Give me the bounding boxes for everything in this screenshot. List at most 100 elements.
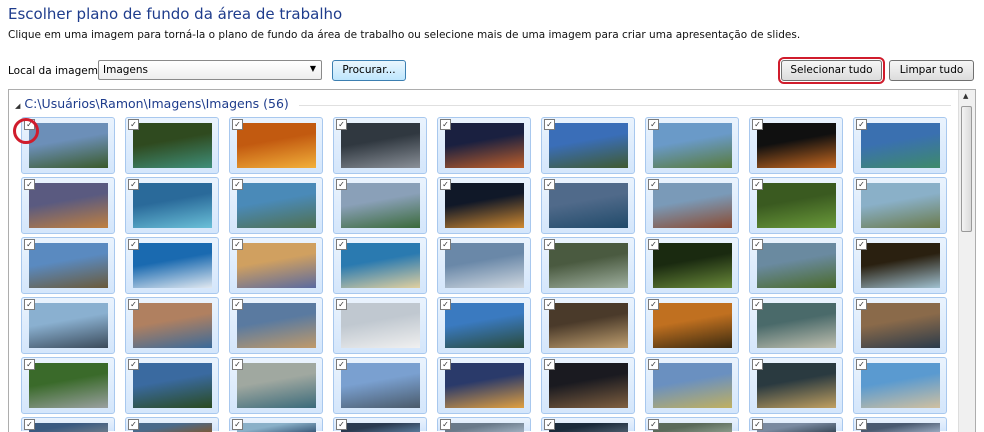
wallpaper-thumbnail[interactable]: ✓ xyxy=(437,357,531,414)
thumbnail-checkbox[interactable]: ✓ xyxy=(336,359,347,370)
thumbnail-checkbox[interactable]: ✓ xyxy=(440,179,451,190)
thumbnail-checkbox[interactable]: ✓ xyxy=(336,119,347,130)
clear-all-button[interactable]: Limpar tudo xyxy=(889,60,974,81)
wallpaper-thumbnail[interactable]: ✓ xyxy=(749,117,843,174)
thumbnail-checkbox[interactable]: ✓ xyxy=(648,119,659,130)
wallpaper-thumbnail[interactable]: ✓ xyxy=(437,417,531,432)
thumbnail-checkbox[interactable]: ✓ xyxy=(128,359,139,370)
thumbnail-checkbox[interactable]: ✓ xyxy=(24,299,35,310)
thumbnail-checkbox[interactable]: ✓ xyxy=(128,179,139,190)
wallpaper-thumbnail[interactable]: ✓ xyxy=(749,237,843,294)
thumbnail-checkbox[interactable]: ✓ xyxy=(856,239,867,250)
wallpaper-thumbnail[interactable]: ✓ xyxy=(125,297,219,354)
thumbnail-checkbox[interactable]: ✓ xyxy=(232,359,243,370)
wallpaper-thumbnail[interactable]: ✓ xyxy=(229,117,323,174)
thumbnail-checkbox[interactable]: ✓ xyxy=(544,359,555,370)
thumbnail-checkbox[interactable]: ✓ xyxy=(24,419,35,430)
select-all-button[interactable]: Selecionar tudo xyxy=(778,57,885,84)
wallpaper-thumbnail[interactable]: ✓ xyxy=(853,417,947,432)
thumbnail-checkbox[interactable]: ✓ xyxy=(24,179,35,190)
wallpaper-thumbnail[interactable]: ✓ xyxy=(229,417,323,432)
thumbnail-checkbox[interactable]: ✓ xyxy=(232,119,243,130)
wallpaper-thumbnail[interactable]: ✓ xyxy=(437,177,531,234)
thumbnail-checkbox[interactable]: ✓ xyxy=(856,419,867,430)
thumbnail-checkbox[interactable]: ✓ xyxy=(752,119,763,130)
vertical-scrollbar[interactable]: ▲ xyxy=(958,90,975,432)
wallpaper-thumbnail[interactable]: ✓ xyxy=(541,417,635,432)
wallpaper-thumbnail[interactable]: ✓ xyxy=(749,357,843,414)
thumbnail-checkbox[interactable]: ✓ xyxy=(336,239,347,250)
image-location-dropdown[interactable]: Imagens ▼ xyxy=(98,60,322,80)
thumbnail-checkbox[interactable]: ✓ xyxy=(128,419,139,430)
thumbnail-checkbox[interactable]: ✓ xyxy=(752,419,763,430)
thumbnail-checkbox[interactable]: ✓ xyxy=(24,359,35,370)
wallpaper-thumbnail[interactable]: ✓ xyxy=(229,297,323,354)
wallpaper-thumbnail[interactable]: ✓ xyxy=(541,237,635,294)
scroll-up-arrow-icon[interactable]: ▲ xyxy=(963,92,968,100)
thumbnail-checkbox[interactable]: ✓ xyxy=(440,419,451,430)
wallpaper-thumbnail[interactable]: ✓ xyxy=(125,357,219,414)
thumbnail-checkbox[interactable]: ✓ xyxy=(544,179,555,190)
thumbnail-checkbox[interactable]: ✓ xyxy=(648,239,659,250)
thumbnail-checkbox[interactable]: ✓ xyxy=(128,299,139,310)
wallpaper-thumbnail[interactable]: ✓ xyxy=(853,297,947,354)
thumbnail-checkbox[interactable]: ✓ xyxy=(24,239,35,250)
thumbnail-checkbox[interactable]: ✓ xyxy=(440,239,451,250)
wallpaper-thumbnail[interactable]: ✓ xyxy=(853,237,947,294)
wallpaper-thumbnail[interactable]: ✓ xyxy=(541,177,635,234)
wallpaper-thumbnail[interactable]: ✓ xyxy=(437,117,531,174)
wallpaper-thumbnail[interactable]: ✓ xyxy=(853,177,947,234)
thumbnail-checkbox[interactable]: ✓ xyxy=(336,179,347,190)
wallpaper-thumbnail[interactable]: ✓ xyxy=(125,417,219,432)
thumbnail-checkbox[interactable]: ✓ xyxy=(856,299,867,310)
thumbnail-checkbox[interactable]: ✓ xyxy=(336,419,347,430)
scrollbar-thumb[interactable] xyxy=(961,106,972,232)
wallpaper-thumbnail[interactable]: ✓ xyxy=(541,357,635,414)
wallpaper-thumbnail[interactable]: ✓ xyxy=(853,117,947,174)
wallpaper-thumbnail[interactable]: ✓ xyxy=(21,297,115,354)
thumbnail-checkbox[interactable]: ✓ xyxy=(752,239,763,250)
thumbnail-checkbox[interactable]: ✓ xyxy=(440,359,451,370)
thumbnail-checkbox[interactable]: ✓ xyxy=(232,179,243,190)
collapse-triangle-icon[interactable]: ◢ xyxy=(15,102,20,110)
wallpaper-thumbnail[interactable]: ✓ xyxy=(125,117,219,174)
thumbnail-checkbox[interactable]: ✓ xyxy=(440,299,451,310)
thumbnail-checkbox[interactable]: ✓ xyxy=(648,179,659,190)
wallpaper-thumbnail[interactable]: ✓ xyxy=(229,237,323,294)
wallpaper-thumbnail[interactable]: ✓ xyxy=(749,417,843,432)
thumbnail-checkbox[interactable]: ✓ xyxy=(648,419,659,430)
wallpaper-thumbnail[interactable]: ✓ xyxy=(645,177,739,234)
thumbnail-checkbox[interactable]: ✓ xyxy=(752,299,763,310)
wallpaper-thumbnail[interactable]: ✓ xyxy=(21,417,115,432)
thumbnail-checkbox[interactable]: ✓ xyxy=(128,239,139,250)
thumbnail-checkbox[interactable]: ✓ xyxy=(544,239,555,250)
thumbnail-checkbox[interactable]: ✓ xyxy=(648,299,659,310)
thumbnail-checkbox[interactable]: ✓ xyxy=(440,119,451,130)
wallpaper-thumbnail[interactable]: ✓ xyxy=(645,237,739,294)
wallpaper-thumbnail[interactable]: ✓ xyxy=(21,237,115,294)
thumbnail-checkbox[interactable]: ✓ xyxy=(232,419,243,430)
wallpaper-thumbnail[interactable]: ✓ xyxy=(749,177,843,234)
wallpaper-thumbnail[interactable]: ✓ xyxy=(21,357,115,414)
wallpaper-thumbnail[interactable]: ✓ xyxy=(541,117,635,174)
thumbnail-checkbox[interactable]: ✓ xyxy=(648,359,659,370)
wallpaper-thumbnail[interactable]: ✓ xyxy=(645,417,739,432)
wallpaper-thumbnail[interactable]: ✓ xyxy=(333,357,427,414)
wallpaper-thumbnail[interactable]: ✓ xyxy=(125,177,219,234)
wallpaper-thumbnail[interactable]: ✓ xyxy=(333,117,427,174)
wallpaper-thumbnail[interactable]: ✓ xyxy=(229,177,323,234)
wallpaper-thumbnail[interactable]: ✓ xyxy=(749,297,843,354)
thumbnail-checkbox[interactable]: ✓ xyxy=(752,179,763,190)
wallpaper-thumbnail[interactable]: ✓ xyxy=(853,357,947,414)
thumbnail-checkbox[interactable]: ✓ xyxy=(544,299,555,310)
wallpaper-thumbnail[interactable]: ✓ xyxy=(333,297,427,354)
wallpaper-thumbnail[interactable]: ✓ xyxy=(645,297,739,354)
thumbnail-checkbox[interactable]: ✓ xyxy=(856,119,867,130)
wallpaper-thumbnail[interactable]: ✓ xyxy=(437,297,531,354)
thumbnail-checkbox[interactable]: ✓ xyxy=(544,419,555,430)
wallpaper-thumbnail[interactable]: ✓ xyxy=(21,177,115,234)
thumbnail-checkbox[interactable]: ✓ xyxy=(856,359,867,370)
thumbnail-checkbox[interactable]: ✓ xyxy=(544,119,555,130)
wallpaper-thumbnail[interactable]: ✓ xyxy=(437,237,531,294)
thumbnail-checkbox[interactable]: ✓ xyxy=(856,179,867,190)
